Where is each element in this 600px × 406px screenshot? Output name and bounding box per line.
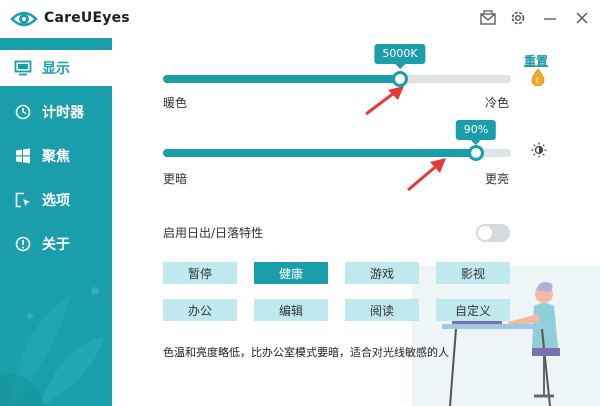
- cool-label: 冷色: [485, 96, 510, 110]
- toggle-knob: [478, 226, 492, 240]
- mode-description: 色温和亮度略低，比办公室模式要暗，适合对光线敏感的人: [163, 346, 449, 359]
- title-bar: CareUEyes: [0, 0, 600, 38]
- clock-icon: [14, 103, 32, 121]
- darker-label: 更暗: [163, 172, 188, 186]
- close-button[interactable]: [570, 6, 594, 30]
- mode-game-button[interactable]: 游戏: [345, 262, 419, 284]
- mode-pause-button[interactable]: 暂停: [163, 262, 237, 284]
- sidebar-item-options[interactable]: 选项: [0, 182, 112, 218]
- mode-office-button[interactable]: 办公: [163, 299, 237, 321]
- cursor-box-icon: [14, 191, 32, 209]
- color-temperature-slider[interactable]: [163, 71, 511, 87]
- mail-icon: [480, 10, 496, 25]
- close-icon: [576, 12, 588, 24]
- warm-label: 暖色: [163, 96, 188, 110]
- gear-icon: [511, 11, 525, 25]
- sidebar-item-focus[interactable]: 聚焦: [0, 138, 112, 174]
- brightness-value-tooltip: 90%: [455, 120, 497, 145]
- app-title: CareUEyes: [44, 10, 130, 26]
- sidebar-item-label: 选项: [42, 193, 70, 209]
- mode-health-button[interactable]: 健康: [254, 262, 328, 284]
- settings-button[interactable]: [506, 6, 530, 30]
- sidebar-item-display[interactable]: 显示: [0, 50, 112, 86]
- minimize-icon: [544, 18, 556, 20]
- feedback-mail-button[interactable]: [476, 6, 500, 30]
- mode-custom-button[interactable]: 自定义: [436, 299, 510, 321]
- arrow-annotation-icon: [407, 158, 446, 192]
- arrow-annotation-icon: [365, 86, 404, 116]
- sidebar-item-label: 关于: [42, 237, 70, 253]
- slider-fill: [163, 75, 400, 83]
- monitor-icon: [14, 59, 32, 77]
- info-icon: [14, 235, 32, 253]
- brightness-slider[interactable]: [163, 145, 511, 161]
- sunrise-sunset-label: 启用日出/日落特性: [163, 226, 264, 240]
- color-temperature-icon: [531, 68, 545, 86]
- minimize-button[interactable]: [538, 6, 562, 30]
- mode-editing-button[interactable]: 编辑: [254, 299, 328, 321]
- brighter-label: 更亮: [485, 172, 510, 186]
- leaf-decoration: [0, 287, 105, 406]
- sidebar: 显示 计时器 聚焦 选项 关于: [0, 38, 112, 406]
- reset-link[interactable]: 重置: [524, 52, 548, 69]
- mode-movie-button[interactable]: 影视: [436, 262, 510, 284]
- display-panel: 重置 5000K 暖色 冷色 90% 更暗 更亮 启用日出/日落特性 暂停 健康…: [112, 38, 600, 406]
- brightness-icon: [531, 142, 547, 158]
- windows-icon: [14, 147, 32, 165]
- slider-thumb[interactable]: [468, 145, 484, 161]
- eye-logo-icon: [10, 11, 38, 27]
- sidebar-item-label: 计时器: [42, 105, 84, 121]
- sidebar-item-timer[interactable]: 计时器: [0, 94, 112, 130]
- sidebar-item-label: 显示: [42, 61, 70, 77]
- sunrise-sunset-toggle[interactable]: [476, 224, 510, 242]
- temperature-value-tooltip: 5000K: [374, 44, 426, 69]
- mode-reading-button[interactable]: 阅读: [345, 299, 419, 321]
- sidebar-item-label: 聚焦: [42, 149, 70, 165]
